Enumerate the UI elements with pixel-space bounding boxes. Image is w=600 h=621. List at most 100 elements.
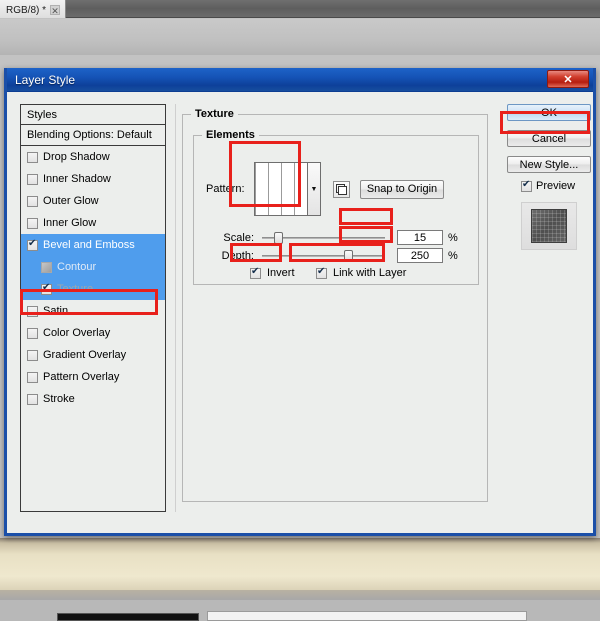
document-tab[interactable]: RGB/8) * ✕ — [0, 0, 66, 18]
photoshop-app: RGB/8) * ✕ Layer Style ✕ Styles Blending… — [0, 0, 600, 600]
canvas-background — [0, 538, 600, 600]
scale-slider[interactable] — [262, 231, 385, 245]
pattern-row: Pattern: ▼ Snap to Origin — [206, 162, 444, 216]
document-tab-label: RGB/8) * — [6, 5, 46, 16]
style-item-label: Contour — [57, 261, 96, 273]
chevron-down-icon[interactable]: ▼ — [308, 162, 321, 216]
checkbox-inner-glow[interactable] — [27, 218, 38, 229]
style-item-label: Color Overlay — [43, 327, 110, 339]
new-style-button[interactable]: New Style... — [507, 156, 591, 173]
checkbox-satin[interactable] — [27, 306, 38, 317]
document-tab-bar: RGB/8) * ✕ — [0, 0, 600, 18]
elements-groupbox: Elements Pattern: ▼ — [193, 135, 479, 285]
dialog-body: Styles Blending Options: Default Drop Sh… — [7, 92, 593, 533]
style-item-contour[interactable]: Contour — [21, 256, 165, 278]
texture-groupbox: Texture Elements Pattern: ▼ — [182, 114, 488, 502]
style-item-label: Satin — [43, 305, 68, 317]
depth-slider[interactable] — [262, 249, 385, 263]
invert-checkbox-row[interactable]: Invert — [250, 267, 295, 279]
style-item-label: Texture — [57, 283, 93, 295]
style-item-texture[interactable]: Texture — [21, 278, 165, 300]
ok-button[interactable]: OK — [507, 104, 591, 121]
preview-thumbnail — [521, 202, 577, 250]
texture-group-title: Texture — [191, 108, 238, 120]
style-item-label: Outer Glow — [43, 195, 99, 207]
checkbox-pattern-overlay[interactable] — [27, 372, 38, 383]
style-item-color-overlay[interactable]: Color Overlay — [21, 322, 165, 344]
bottom-field-left — [57, 613, 199, 621]
scale-unit: % — [448, 232, 458, 244]
style-item-label: Inner Shadow — [43, 173, 111, 185]
scale-input[interactable]: 15 — [397, 230, 443, 245]
preview-row[interactable]: Preview — [507, 180, 591, 192]
checkbox-outer-glow[interactable] — [27, 196, 38, 207]
styles-header-label: Styles — [27, 109, 57, 121]
new-style-label: New Style... — [520, 159, 579, 171]
snap-to-origin-label: Snap to Origin — [367, 183, 437, 195]
dialog-close-button[interactable]: ✕ — [547, 70, 589, 88]
checkbox-stroke[interactable] — [27, 394, 38, 405]
link-with-layer-row[interactable]: Link with Layer — [316, 267, 406, 279]
close-icon[interactable]: ✕ — [50, 5, 60, 15]
style-item-pattern-overlay[interactable]: Pattern Overlay — [21, 366, 165, 388]
scale-row: Scale: 15 % — [208, 230, 458, 245]
depth-input[interactable]: 250 — [397, 248, 443, 263]
blending-options-label: Blending Options: Default — [27, 129, 152, 141]
link-with-layer-checkbox[interactable] — [316, 268, 327, 279]
dialog-actions: OK Cancel New Style... Preview — [507, 104, 591, 250]
workspace-background — [0, 19, 600, 55]
texture-pane: Texture Elements Pattern: ▼ — [175, 104, 491, 512]
snap-to-origin-button[interactable]: Snap to Origin — [360, 180, 444, 199]
checkbox-color-overlay[interactable] — [27, 328, 38, 339]
style-item-gradient-overlay[interactable]: Gradient Overlay — [21, 344, 165, 366]
checkbox-drop-shadow[interactable] — [27, 152, 38, 163]
elements-group-title: Elements — [202, 129, 259, 141]
style-item-stroke[interactable]: Stroke — [21, 388, 165, 410]
checkbox-bevel-and-emboss[interactable] — [27, 240, 38, 251]
depth-label: Depth: — [208, 250, 254, 262]
cancel-button[interactable]: Cancel — [507, 130, 591, 147]
checkbox-inner-shadow[interactable] — [27, 174, 38, 185]
depth-value: 250 — [411, 250, 429, 262]
style-item-label: Bevel and Emboss — [43, 239, 135, 251]
style-effect-rows: Drop Shadow Inner Shadow Outer Glow Inner G… — [21, 146, 165, 410]
depth-slider-thumb[interactable] — [344, 250, 353, 262]
new-pattern-icon[interactable] — [333, 181, 350, 198]
cancel-label: Cancel — [532, 133, 566, 145]
link-with-layer-label: Link with Layer — [333, 267, 406, 279]
pattern-label: Pattern: — [206, 183, 254, 195]
depth-row: Depth: 250 % — [208, 248, 458, 263]
dialog-titlebar[interactable]: Layer Style ✕ — [7, 68, 593, 92]
close-icon: ✕ — [563, 73, 572, 86]
style-item-label: Pattern Overlay — [43, 371, 119, 383]
preview-label: Preview — [536, 180, 575, 192]
checkbox-texture[interactable] — [41, 284, 52, 295]
pattern-swatch[interactable] — [254, 162, 308, 216]
preview-thumbnail-image — [531, 209, 567, 243]
styles-list-panel: Styles Blending Options: Default Drop Sh… — [20, 104, 166, 512]
style-item-outer-glow[interactable]: Outer Glow — [21, 190, 165, 212]
bottom-field-right — [207, 611, 527, 621]
depth-unit: % — [448, 250, 458, 262]
ok-label: OK — [541, 107, 557, 119]
scale-slider-thumb[interactable] — [274, 232, 283, 244]
style-item-drop-shadow[interactable]: Drop Shadow — [21, 146, 165, 168]
style-item-label: Inner Glow — [43, 217, 96, 229]
depth-slider-track — [262, 255, 385, 257]
invert-checkbox[interactable] — [250, 268, 261, 279]
preview-checkbox[interactable] — [521, 181, 532, 192]
scale-value: 15 — [414, 232, 426, 244]
layer-style-dialog: Layer Style ✕ Styles Blending Options: D… — [4, 68, 596, 536]
checkbox-gradient-overlay[interactable] — [27, 350, 38, 361]
scale-label: Scale: — [208, 232, 254, 244]
style-item-label: Stroke — [43, 393, 75, 405]
style-item-inner-shadow[interactable]: Inner Shadow — [21, 168, 165, 190]
style-item-bevel-and-emboss[interactable]: Bevel and Emboss — [21, 234, 165, 256]
style-item-label: Gradient Overlay — [43, 349, 126, 361]
style-item-inner-glow[interactable]: Inner Glow — [21, 212, 165, 234]
blending-options-row[interactable]: Blending Options: Default — [21, 125, 165, 146]
dialog-title: Layer Style — [7, 73, 75, 87]
invert-label: Invert — [267, 267, 295, 279]
style-item-satin[interactable]: Satin — [21, 300, 165, 322]
contour-icon[interactable] — [41, 262, 52, 273]
